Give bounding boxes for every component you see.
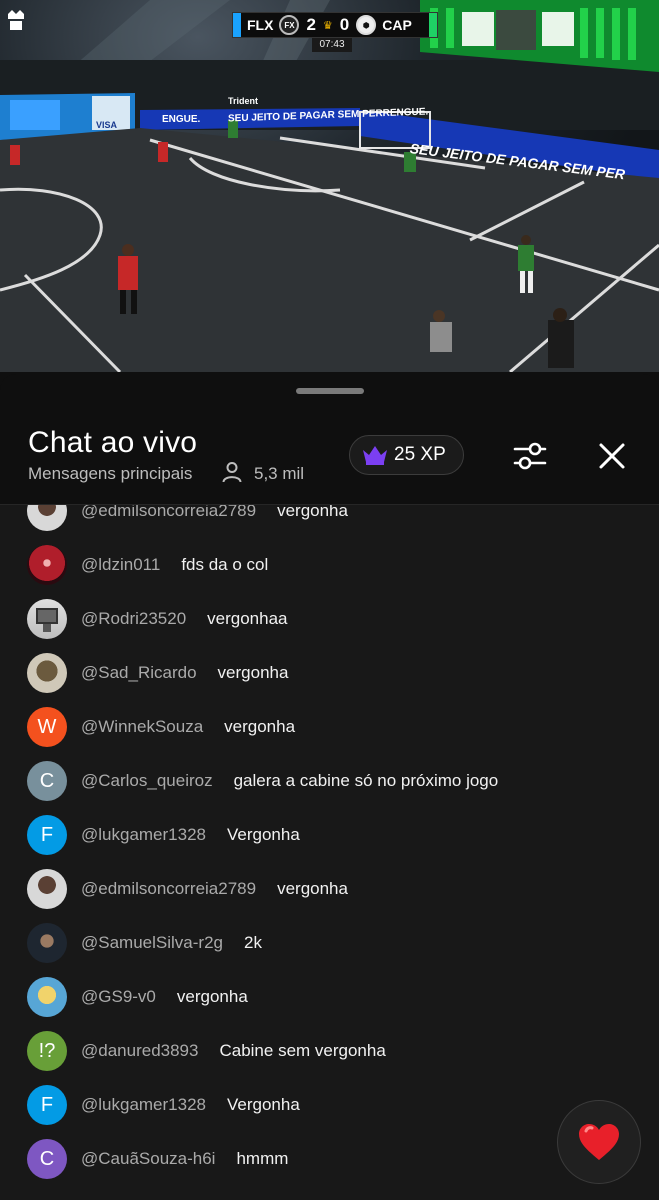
xp-button[interactable]: 25 XP <box>349 435 464 475</box>
message-author[interactable]: @edmilsoncorreia2789 <box>81 505 256 521</box>
chat-message[interactable]: !? @danured3893 Cabine sem vergonha <box>0 1024 659 1078</box>
league-crown-icon: ♛ <box>322 19 333 32</box>
person-icon <box>222 462 242 483</box>
sliders-icon[interactable] <box>510 436 550 476</box>
chat-message[interactable]: @GS9-v0 vergonha <box>0 970 659 1024</box>
message-author[interactable]: @edmilsoncorreia2789 <box>81 879 256 899</box>
close-icon[interactable] <box>592 436 632 476</box>
message-author[interactable]: @SamuelSilva-r2g <box>81 933 223 953</box>
live-chat-panel: Chat ao vivo Mensagens principais 5,3 mi… <box>0 374 659 1200</box>
chat-message[interactable]: @edmilsoncorreia2789 vergonha <box>0 505 659 538</box>
message-author[interactable]: @Sad_Ricardo <box>81 663 197 683</box>
viewer-count: 5,3 mil <box>254 464 305 483</box>
crown-icon <box>363 446 387 465</box>
away-team: CAP <box>382 17 412 33</box>
message-text: Vergonha <box>227 825 300 844</box>
message-author[interactable]: @danured3893 <box>81 1041 198 1061</box>
away-score: 0 <box>339 15 350 34</box>
avatar[interactable]: F <box>27 815 67 855</box>
avatar[interactable] <box>27 653 67 693</box>
avatar[interactable]: !? <box>27 1031 67 1071</box>
drag-handle[interactable] <box>296 388 364 394</box>
avatar[interactable] <box>27 869 67 909</box>
avatar[interactable] <box>27 977 67 1017</box>
sponsor-visa: VISA <box>96 120 118 130</box>
chat-message[interactable]: @Sad_Ricardo vergonha <box>0 646 659 700</box>
avatar[interactable] <box>27 923 67 963</box>
message-text: vergonha <box>277 879 348 898</box>
message-text: Vergonha <box>227 1095 300 1114</box>
message-author[interactable]: @GS9-v0 <box>81 987 156 1007</box>
message-text: hmmm <box>236 1149 289 1168</box>
match-clock: 07:43 <box>312 38 352 52</box>
home-accent <box>233 13 241 37</box>
away-accent <box>429 13 437 37</box>
message-text: vergonhaa <box>207 609 288 628</box>
channel-logo-icon <box>8 10 24 30</box>
home-team: FLX <box>247 17 274 33</box>
message-text: vergonha <box>217 663 289 682</box>
ad-banner-left: ENGUE. <box>162 114 201 125</box>
avatar[interactable]: C <box>27 761 67 801</box>
chat-message[interactable]: @edmilsoncorreia2789 vergonha <box>0 862 659 916</box>
avatar[interactable] <box>27 545 67 585</box>
avatar[interactable]: F <box>27 1085 67 1125</box>
video-player[interactable]: SEU JEITO DE PAGAR SEM PERRENGUE. SEU JE… <box>0 0 659 372</box>
chat-message[interactable]: @Rodri23520 vergonhaa <box>0 592 659 646</box>
message-text: vergonha <box>277 505 348 520</box>
video-frame <box>0 0 659 372</box>
avatar[interactable] <box>27 599 67 639</box>
sponsor-trident: Trident <box>228 96 259 106</box>
chat-message[interactable]: F @lukgamer1328 Vergonha <box>0 808 659 862</box>
chat-message[interactable]: W @WinnekSouza vergonha <box>0 700 659 754</box>
message-text: vergonha <box>176 987 248 1006</box>
chat-message[interactable]: @ldzin011 fds da o col <box>0 538 659 592</box>
message-author[interactable]: @ldzin011 <box>81 555 160 575</box>
avatar[interactable]: W <box>27 707 67 747</box>
chat-message[interactable]: @SamuelSilva-r2g 2k <box>0 916 659 970</box>
chat-message-list[interactable]: @edmilsoncorreia2789 vergonha @ldzin011 fds… <box>0 505 659 1200</box>
home-badge: FX <box>279 15 300 35</box>
message-text: 2k <box>243 933 262 952</box>
message-text: galera a cabine só no próximo jogo <box>233 771 499 790</box>
scoreboard: FLX FX 2 ♛ 0 ⬢ CAP <box>232 12 438 38</box>
message-author[interactable]: @lukgamer1328 <box>81 825 206 845</box>
chat-message[interactable]: C @Carlos_queiroz galera a cabine só no pr… <box>0 754 659 808</box>
home-score: 2 <box>306 15 316 34</box>
avatar[interactable] <box>27 505 67 531</box>
message-text: Cabine sem vergonha <box>219 1041 386 1060</box>
chat-title: Chat ao vivo <box>28 426 198 459</box>
away-badge-icon: ⬢ <box>356 15 377 35</box>
reaction-button[interactable] <box>557 1100 641 1184</box>
message-author[interactable]: @CauãSouza-h6i <box>81 1149 215 1169</box>
message-author[interactable]: @WinnekSouza <box>81 717 203 737</box>
xp-label: 25 XP <box>394 444 446 465</box>
message-author[interactable]: @Carlos_queiroz <box>81 771 213 791</box>
avatar[interactable]: C <box>27 1139 67 1179</box>
chat-scroll-content: @edmilsoncorreia2789 vergonha @ldzin011 fds… <box>0 505 659 1186</box>
heart-icon <box>579 1124 619 1160</box>
message-text: fds da o col <box>181 555 269 574</box>
message-author[interactable]: @Rodri23520 <box>81 609 186 629</box>
message-text: vergonha <box>224 717 296 736</box>
chat-mode-selector[interactable]: Mensagens principais <box>28 464 192 484</box>
message-author[interactable]: @lukgamer1328 <box>81 1095 206 1115</box>
